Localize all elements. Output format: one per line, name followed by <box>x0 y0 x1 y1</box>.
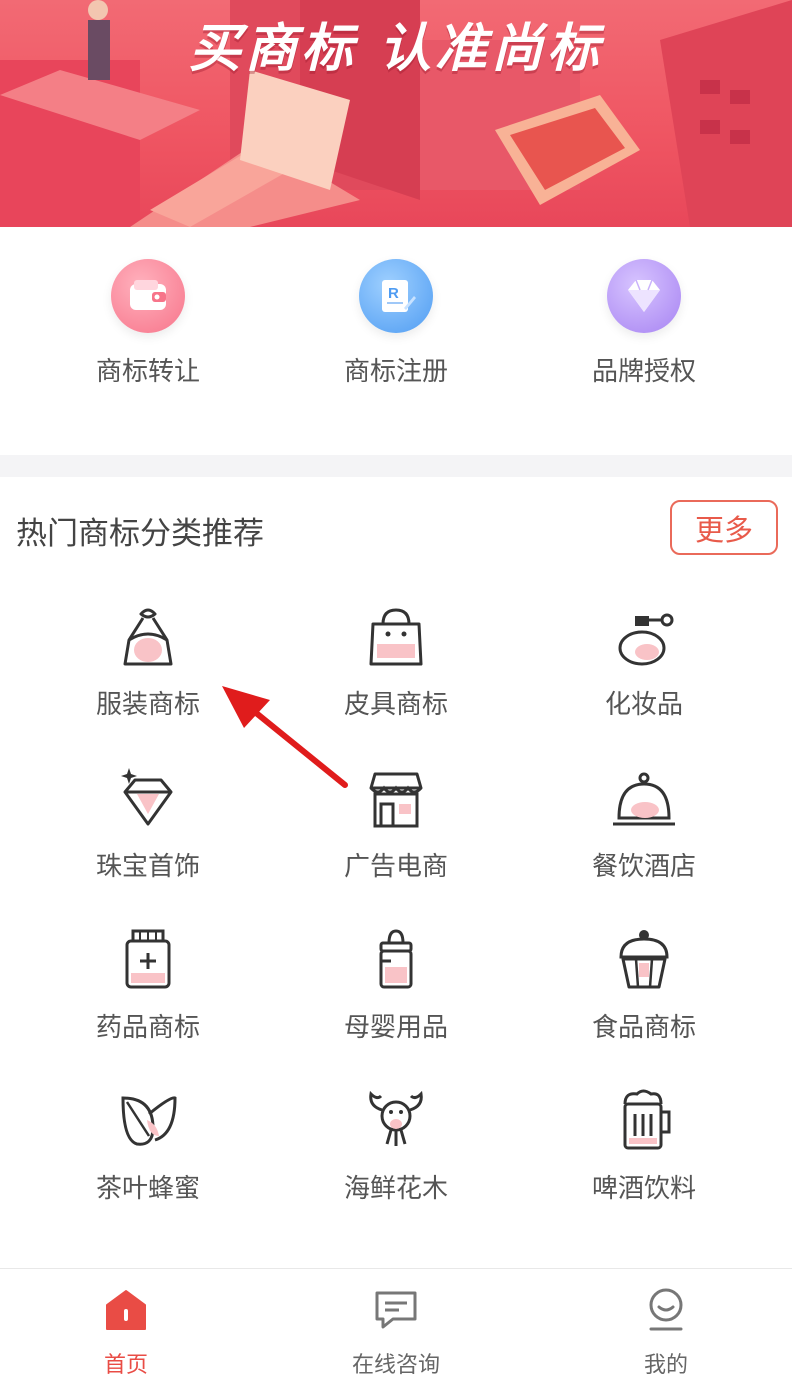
svg-text:R: R <box>388 285 399 302</box>
storefront-icon <box>369 772 423 828</box>
cloche-icon <box>613 772 675 826</box>
tea-leaf-icon <box>121 1096 177 1146</box>
more-button[interactable]: 更多 <box>670 500 778 555</box>
baby-bottle-icon <box>379 929 413 989</box>
category-label: 皮具商标 <box>343 690 448 720</box>
service-shortcuts: 商标转让 R 商标注册 品牌授权 <box>0 227 792 455</box>
category-label: 药品商标 <box>95 1013 200 1043</box>
profile-icon <box>649 1288 683 1331</box>
category-label: 食品商标 <box>591 1013 696 1043</box>
nav-consult-label: 在线咨询 <box>351 1353 440 1375</box>
category-clothing[interactable]: 服装商标 <box>48 600 248 721</box>
category-label: 广告电商 <box>343 852 448 882</box>
category-leather[interactable]: 皮具商标 <box>296 600 496 721</box>
category-seafood-flowers[interactable]: 海鲜花木 <box>296 1084 496 1205</box>
banner-title: 买商标 认准尚标 <box>188 19 604 79</box>
service-transfer[interactable]: 商标转让 <box>48 259 248 388</box>
bottom-nav: 首页 在线咨询 我的 <box>0 1268 792 1375</box>
category-label: 化妆品 <box>604 690 683 720</box>
nav-consult[interactable]: 在线咨询 <box>316 1287 476 1375</box>
beer-mug-icon <box>623 1089 671 1150</box>
app-screen: 买商标 认准尚标 商标转让 R 商标注册 品牌授权 热门商标分类推荐 更多 服装… <box>0 0 792 1375</box>
hot-category-title: 热门商标分类推荐 <box>16 516 264 552</box>
service-transfer-label: 商标转让 <box>95 357 200 387</box>
category-label: 海鲜花木 <box>343 1174 448 1204</box>
category-cosmetics[interactable]: 化妆品 <box>544 600 744 721</box>
category-label: 母婴用品 <box>343 1013 448 1043</box>
registered-doc-icon: R <box>359 259 433 333</box>
dress-icon <box>123 608 173 666</box>
category-label: 餐饮酒店 <box>591 852 696 882</box>
chat-icon <box>375 1291 417 1329</box>
nav-profile[interactable]: 我的 <box>586 1287 746 1375</box>
nav-home-label: 首页 <box>103 1353 148 1375</box>
diamond-icon <box>607 259 681 333</box>
lobster-icon <box>369 1090 423 1146</box>
category-tea-honey[interactable]: 茶叶蜂蜜 <box>48 1084 248 1205</box>
cupcake-icon <box>619 930 669 989</box>
service-license-label: 品牌授权 <box>591 357 696 387</box>
perfume-icon <box>618 613 674 666</box>
category-catering[interactable]: 餐饮酒店 <box>544 762 744 883</box>
category-label: 服装商标 <box>95 690 200 720</box>
category-label: 茶叶蜂蜜 <box>95 1174 200 1204</box>
nav-home[interactable]: 首页 <box>46 1287 206 1375</box>
category-jewelry[interactable]: 珠宝首饰 <box>48 762 248 883</box>
category-beer-drinks[interactable]: 啤酒饮料 <box>544 1084 744 1205</box>
wallet-icon <box>111 259 185 333</box>
section-divider <box>0 455 792 477</box>
category-medicine[interactable]: 药品商标 <box>48 923 248 1044</box>
category-ads-ecommerce[interactable]: 广告电商 <box>296 762 496 883</box>
service-register-label: 商标注册 <box>343 357 448 387</box>
category-label: 珠宝首饰 <box>95 852 200 882</box>
home-icon <box>106 1290 146 1330</box>
promo-banner[interactable]: 买商标 认准尚标 <box>0 0 792 227</box>
category-food[interactable]: 食品商标 <box>544 923 744 1044</box>
category-label: 啤酒饮料 <box>591 1174 696 1204</box>
service-license[interactable]: 品牌授权 <box>544 259 744 388</box>
service-register[interactable]: R 商标注册 <box>296 259 496 388</box>
gem-icon <box>121 768 173 826</box>
category-baby[interactable]: 母婴用品 <box>296 923 496 1044</box>
handbag-icon <box>369 608 423 666</box>
medicine-bottle-icon <box>125 929 171 989</box>
nav-profile-label: 我的 <box>643 1353 688 1375</box>
